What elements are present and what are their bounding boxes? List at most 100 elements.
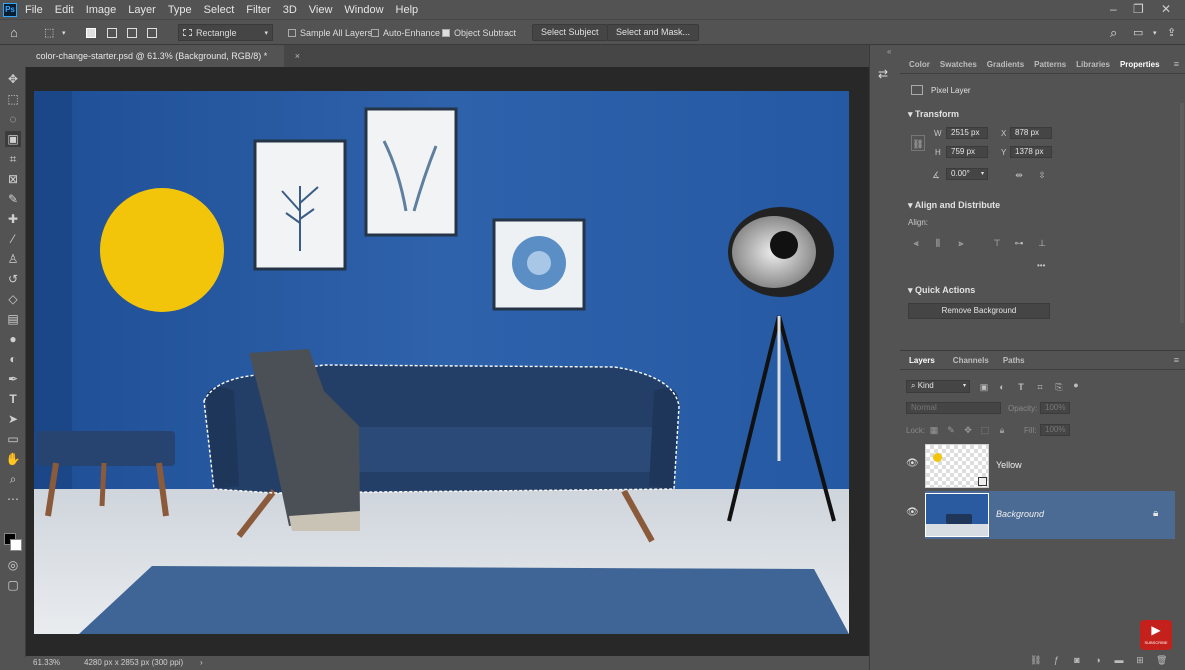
tab-swatches[interactable]: Swatches [939,60,978,69]
lock-image-icon[interactable]: ✎ [946,425,956,435]
layer-filter-kind[interactable]: ⌕ Kind ▾ [906,380,970,393]
history-brush-tool-icon[interactable]: ↺ [5,271,21,287]
document-tab[interactable]: color-change-starter.psd @ 61.3% (Backgr… [26,45,300,67]
layers-panel-menu-icon[interactable]: ≡ [1174,355,1179,365]
object-subtract-checkbox[interactable]: Object Subtract [442,24,516,41]
more-options-icon[interactable]: ••• [1037,261,1045,270]
clone-stamp-tool-icon[interactable]: ♙ [5,251,21,267]
add-selection-icon[interactable] [107,24,117,41]
brush-tool-icon[interactable]: ⁄ [5,231,21,247]
add-mask-icon[interactable]: ◙ [1072,655,1082,665]
zoom-level[interactable]: 61.33% [33,656,60,670]
intersect-selection-icon[interactable] [147,24,157,41]
tab-paths[interactable]: Paths [1002,356,1026,365]
search-icon[interactable]: ⌕ [1110,24,1117,41]
collapse-panels-icon[interactable]: « [887,47,891,56]
zoom-tool-icon[interactable]: ⌕ [5,471,21,487]
fill-field[interactable]: 100% [1040,424,1070,436]
background-color-swatch[interactable] [10,539,22,551]
width-field[interactable]: 2515 px [946,127,988,139]
blend-mode-select[interactable]: Normal [906,402,1001,414]
layer-name[interactable]: Background [996,509,1044,519]
status-menu-arrow[interactable]: › [200,656,203,670]
menu-view[interactable]: View [309,4,333,16]
workspace-icon[interactable]: ▭ [1133,24,1143,41]
close-window-icon[interactable]: ✕ [1161,2,1171,16]
x-field[interactable]: 878 px [1010,127,1052,139]
rectangle-tool-icon[interactable]: ▭ [5,431,21,447]
menu-image[interactable]: Image [86,4,117,16]
delete-layer-icon[interactable]: 🗑︎ [1156,655,1167,665]
blur-tool-icon[interactable]: ● [5,331,21,347]
menu-3d[interactable]: 3D [283,4,297,16]
object-selection-tool-icon[interactable]: ⬚ [44,24,54,41]
visibility-eye-icon[interactable]: 👁︎ [906,507,919,518]
filter-adjustment-icon[interactable]: ◐ [997,382,1007,392]
eraser-tool-icon[interactable]: ◇ [5,291,21,307]
align-bottom-icon[interactable]: ⊥ [1037,238,1047,248]
object-selection-tool-icon[interactable]: ▣ [5,131,21,147]
type-tool-icon[interactable]: T [5,391,21,407]
angle-field[interactable]: 0.00° ▾ [946,168,988,180]
dodge-tool-icon[interactable]: ◐ [5,351,21,367]
document-canvas[interactable] [34,91,849,634]
tab-gradients[interactable]: Gradients [986,60,1025,69]
menu-type[interactable]: Type [168,4,192,16]
align-left-icon[interactable]: ⫷ [911,238,921,248]
align-vertical-center-icon[interactable]: ⊶ [1014,238,1024,248]
eyedropper-tool-icon[interactable]: ✎ [5,191,21,207]
share-icon[interactable]: ⇪ [1167,24,1176,41]
filter-toggle-icon[interactable]: ● [1071,380,1081,390]
crop-tool-icon[interactable]: ⌗ [5,151,21,167]
link-layers-icon[interactable]: ⛓ [1030,655,1041,665]
lock-artboard-icon[interactable]: ⬚ [980,425,990,435]
menu-window[interactable]: Window [344,4,383,16]
quick-actions-section-header[interactable]: ▾ Quick Actions [908,285,975,296]
workspace-chevron-icon[interactable]: ▾ [1153,24,1157,41]
menu-filter[interactable]: Filter [246,4,270,16]
frame-tool-icon[interactable]: ⊠ [5,171,21,187]
menu-layer[interactable]: Layer [128,4,156,16]
tab-channels[interactable]: Channels [952,356,990,365]
lock-transparent-icon[interactable]: ▦ [929,425,939,435]
menu-help[interactable]: Help [396,4,419,16]
link-icon[interactable]: ⛓ [911,135,925,151]
layer-name[interactable]: Yellow [996,460,1022,470]
height-field[interactable]: 759 px [946,146,988,158]
mode-select[interactable]: Rectangle ▾ [178,24,273,41]
transform-section-header[interactable]: ▾ Transform [908,109,959,120]
quick-mask-icon[interactable]: ◎ [5,557,21,573]
marquee-tool-icon[interactable]: ⬚ [5,91,21,107]
tab-layers[interactable]: Layers [908,356,936,365]
align-right-icon[interactable]: ⫸ [956,238,966,248]
fx-icon[interactable]: ƒ [1051,655,1061,665]
gradient-tool-icon[interactable]: ▤ [5,311,21,327]
filter-smart-object-icon[interactable]: ⎘ [1054,382,1064,392]
remove-background-button[interactable]: Remove Background [908,303,1050,319]
screen-mode-icon[interactable]: ▢ [5,577,21,593]
menu-file[interactable]: File [25,4,43,16]
filter-shape-icon[interactable]: ⌗ [1035,382,1045,392]
tab-libraries[interactable]: Libraries [1075,60,1111,69]
pen-tool-icon[interactable]: ✒ [5,371,21,387]
minimize-icon[interactable]: – [1110,2,1117,16]
menu-edit[interactable]: Edit [55,4,74,16]
restore-icon[interactable]: ❐ [1133,2,1144,16]
filter-type-icon[interactable]: T [1016,382,1026,392]
new-layer-icon[interactable]: ⊞ [1135,655,1145,665]
filter-pixel-icon[interactable]: ▣ [979,382,989,392]
visibility-eye-icon[interactable]: 👁︎ [906,458,919,469]
healing-brush-tool-icon[interactable]: ✚ [5,211,21,227]
move-tool-icon[interactable]: ✥ [5,71,21,87]
new-group-icon[interactable]: ▬ [1114,655,1124,665]
lasso-tool-icon[interactable]: ◌ [5,111,21,127]
align-section-header[interactable]: ▾ Align and Distribute [908,200,1000,211]
lock-all-icon[interactable]: 🔒︎ [997,425,1007,435]
select-subject-button[interactable]: Select Subject [532,24,608,41]
flip-horizontal-icon[interactable]: ⇹ [1014,170,1024,180]
edit-toolbar-icon[interactable]: ⋯ [5,491,21,507]
align-top-icon[interactable]: ⊤ [992,238,1002,248]
align-horizontal-center-icon[interactable]: ⫼ [933,238,943,248]
tab-properties[interactable]: Properties [1119,60,1161,69]
home-icon[interactable]: ⌂ [10,24,18,41]
